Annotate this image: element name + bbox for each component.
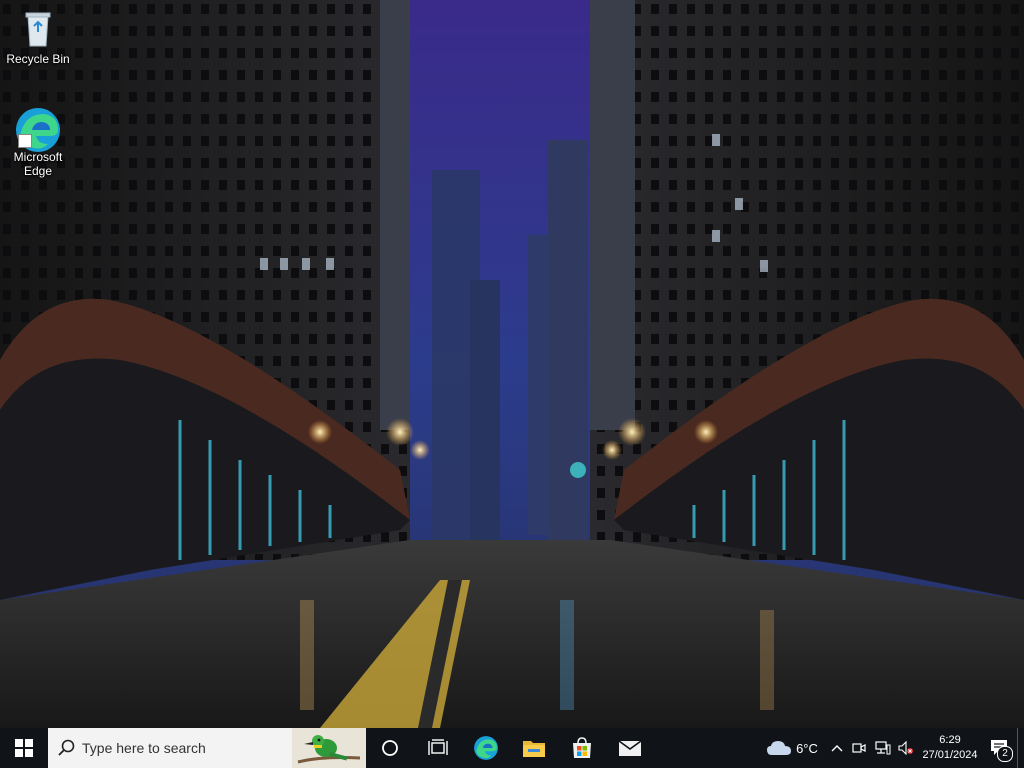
windows-logo-icon [15,739,33,757]
recycle-bin-desktop-icon[interactable]: Recycle Bin [2,8,74,66]
weather-temperature: 6°C [796,740,818,756]
meet-now-button[interactable] [847,728,871,768]
clock-date: 27/01/2024 [922,749,978,761]
network-icon [875,741,891,755]
camera-icon [852,743,866,753]
task-view-button[interactable] [414,728,462,768]
volume-button[interactable] [895,728,917,768]
microsoft-store-button[interactable] [558,728,606,768]
desktop-wallpaper [0,0,1024,728]
recycle-bin-icon [18,8,58,48]
cortana-button[interactable] [366,728,414,768]
show-hidden-icons-button[interactable] [827,728,847,768]
folder-icon [523,741,545,757]
edge-label: Microsoft Edge [13,150,63,178]
search-highlight-image[interactable] [292,728,366,768]
show-desktop-button[interactable] [1017,728,1024,768]
edge-desktop-icon[interactable]: Microsoft Edge [2,106,74,178]
action-center-button[interactable]: 2 [983,728,1017,768]
file-explorer-button[interactable] [510,728,558,768]
search-box[interactable]: Type here to search [48,728,366,768]
taskbar-edge-button[interactable] [462,728,510,768]
task-view-icon [428,739,448,755]
cloud-icon [767,741,792,755]
clock-time: 6:29 [939,734,961,746]
edge-icon [474,736,498,760]
notification-count-badge: 2 [997,746,1013,762]
mail-button[interactable] [606,728,654,768]
mail-icon [618,740,642,756]
network-button[interactable] [871,728,895,768]
search-icon [58,739,75,756]
start-button[interactable] [0,728,48,768]
edge-icon [16,106,60,152]
circle-icon [382,740,398,756]
volume-muted-icon [898,741,913,755]
system-tray: 6°C 6:29 27/01/2024 2 [757,728,1024,768]
weather-widget[interactable]: 6°C [757,728,827,768]
store-icon [573,737,591,758]
chevron-up-icon [831,745,843,752]
recycle-bin-label: Recycle Bin [6,52,70,66]
search-placeholder: Type here to search [82,740,206,756]
clock[interactable]: 6:29 27/01/2024 [917,728,983,768]
shortcut-arrow-icon [18,134,32,148]
